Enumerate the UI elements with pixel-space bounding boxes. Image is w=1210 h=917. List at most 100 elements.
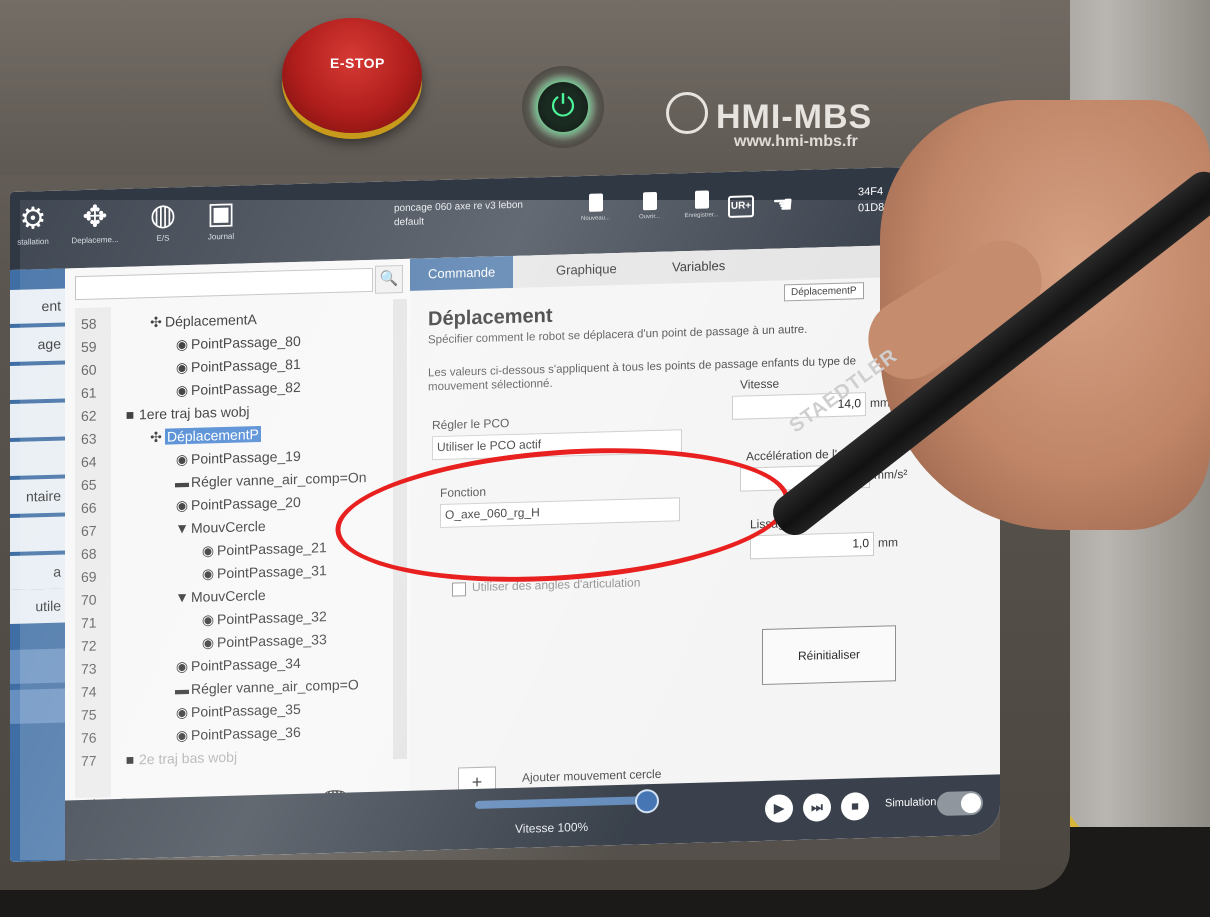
left-sidebar: ent age ntaire a utile — [10, 268, 65, 862]
blend-input[interactable]: 1,0 — [750, 531, 874, 560]
tree-node[interactable]: ▼ MouvCercle — [173, 518, 266, 537]
sidebar-item[interactable] — [10, 364, 65, 400]
program-tree-panel: 🔍 58 ✣ DéplacementA 59 ◉ PointPassage_80 60 ◉ Po… — [65, 258, 411, 861]
tree-node[interactable]: ▼ MouvCercle — [173, 587, 266, 606]
node-type-badge: DéplacementP — [784, 282, 864, 302]
emergency-stop-button[interactable] — [282, 18, 422, 133]
nav-move[interactable]: ✥ Deplaceme... — [60, 200, 130, 246]
tree-node[interactable]: ■ 1ere traj bas wobj — [121, 403, 250, 423]
tree-node-label: Régler vanne_air_comp=On — [191, 469, 367, 490]
sidebar-item[interactable]: a — [10, 554, 65, 590]
tree-node-label: MouvCercle — [191, 517, 266, 536]
nav-log[interactable]: ▣ Journal — [186, 197, 256, 242]
tree-node-label: PointPassage_33 — [217, 631, 327, 651]
save-file-button[interactable]: Enregistrer... — [674, 190, 729, 220]
simulation-toggle[interactable] — [937, 790, 983, 817]
estop-label: E-STOP — [330, 55, 385, 71]
tree-node-icon: ▬ — [175, 474, 189, 491]
line-number: 67 — [81, 522, 97, 540]
brand-logo: HMI-MBS — [666, 92, 872, 137]
add-circle-move-label: Ajouter mouvement cercle — [522, 766, 662, 785]
tree-node[interactable]: ▬ Régler vanne_air_comp=On — [173, 469, 367, 490]
sidebar-item[interactable] — [10, 402, 65, 438]
tree-node[interactable]: ◉ PointPassage_33 — [199, 631, 327, 652]
brand-mark-icon — [666, 92, 708, 134]
tree-node-icon: ◉ — [175, 727, 189, 744]
tree-node-icon: ◉ — [201, 634, 215, 651]
tab-command[interactable]: Commande — [410, 255, 514, 291]
line-number: 77 — [81, 752, 97, 770]
line-number: 74 — [81, 683, 97, 701]
speed-label: Vitesse — [740, 376, 780, 392]
tree-node-label: PointPassage_81 — [191, 355, 301, 375]
sidebar-item[interactable]: age — [10, 326, 65, 362]
tree-node[interactable]: ✣ DéplacementP — [147, 425, 261, 446]
joint-angles-checkbox[interactable] — [452, 582, 466, 597]
tree-node[interactable]: ■ 2e traj bas wobj — [121, 749, 237, 768]
speed-slider[interactable] — [475, 796, 645, 810]
installation-name: default — [394, 216, 425, 229]
stop-icon: ■ — [851, 798, 859, 814]
tree-node-icon: ▼ — [175, 589, 189, 606]
sidebar-item[interactable]: utile — [10, 588, 65, 624]
tree-node[interactable]: ◉ PointPassage_81 — [173, 356, 301, 377]
sidebar-item[interactable] — [10, 688, 65, 724]
sidebar-item[interactable]: ntaire — [10, 478, 65, 514]
tree-node-label: PointPassage_19 — [191, 447, 301, 467]
step-button[interactable]: ⏭ — [803, 793, 831, 822]
ur-plus-icon[interactable]: UR+ — [728, 195, 754, 218]
tree-node-icon: ■ — [125, 406, 135, 423]
tree-node[interactable]: ◉ PointPassage_35 — [173, 701, 301, 722]
tree-node-label: PointPassage_20 — [191, 493, 301, 513]
tree-node[interactable]: ◉ PointPassage_80 — [173, 333, 301, 354]
tree-node[interactable]: ◉ PointPassage_34 — [173, 655, 301, 676]
reset-button[interactable]: Réinitialiser — [762, 625, 896, 685]
tree-search-input[interactable] — [75, 267, 373, 301]
tree-node-label: PointPassage_80 — [191, 332, 301, 352]
tree-node[interactable]: ◉ PointPassage_82 — [173, 379, 301, 400]
line-number: 58 — [81, 315, 97, 333]
tree-node-icon: ◉ — [175, 336, 189, 353]
sidebar-item[interactable] — [10, 516, 65, 552]
power-button[interactable]: ⏻ — [538, 82, 588, 132]
hand-guide-icon[interactable]: ☚ — [772, 190, 794, 220]
tree-node[interactable]: ▬ Régler vanne_air_comp=O — [173, 676, 359, 697]
tree-node-icon: ◉ — [201, 565, 215, 582]
program-name: poncage 060 axe re v3 lebon — [394, 199, 523, 215]
tree-node[interactable]: ◉ PointPassage_36 — [173, 724, 301, 745]
line-number: 61 — [81, 384, 97, 402]
tree-node[interactable]: ◉ PointPassage_20 — [173, 494, 301, 515]
tree-node-label: DéplacementA — [165, 311, 257, 330]
line-number: 59 — [81, 338, 97, 356]
open-folder-icon — [642, 191, 657, 211]
tree-node-label: 1ere traj bas wobj — [139, 403, 250, 423]
tab-graphics[interactable]: Graphique — [538, 253, 635, 288]
tree-node[interactable]: ◉ PointPassage_19 — [173, 448, 301, 469]
tree-node[interactable]: ◉ PointPassage_21 — [199, 539, 327, 560]
sidebar-item[interactable] — [10, 648, 65, 684]
speed-slider-thumb[interactable] — [635, 788, 659, 814]
sidebar-item[interactable]: ent — [10, 288, 65, 324]
tree-node-icon: ◉ — [201, 542, 215, 559]
tree-node[interactable]: ◉ PointPassage_32 — [199, 608, 327, 629]
search-icon[interactable]: 🔍 — [375, 265, 403, 294]
save-icon — [694, 190, 709, 209]
tree-node-icon: ◉ — [175, 382, 189, 399]
tree-node[interactable]: ◉ PointPassage_31 — [199, 562, 327, 583]
tree-node-icon: ◉ — [201, 611, 215, 628]
new-file-button[interactable]: Nouveau... — [568, 193, 623, 223]
line-number: 64 — [81, 453, 97, 471]
simulation-toggle-knob — [961, 792, 981, 814]
serial-line2: 01D8 — [858, 201, 885, 215]
tree-node-label: PointPassage_34 — [191, 654, 301, 674]
tree-node[interactable]: ✣ DéplacementA — [147, 311, 257, 331]
line-number: 62 — [81, 407, 97, 425]
tcp-label: Régler le PCO — [432, 416, 510, 433]
blend-unit: mm — [878, 535, 898, 550]
play-button[interactable]: ▶ — [765, 794, 793, 823]
stop-button[interactable]: ■ — [841, 792, 869, 821]
sidebar-item[interactable] — [10, 440, 65, 476]
open-file-button[interactable]: Ouvrir... — [622, 191, 677, 221]
line-number: 63 — [81, 430, 97, 448]
tab-variables[interactable]: Variables — [654, 250, 743, 284]
